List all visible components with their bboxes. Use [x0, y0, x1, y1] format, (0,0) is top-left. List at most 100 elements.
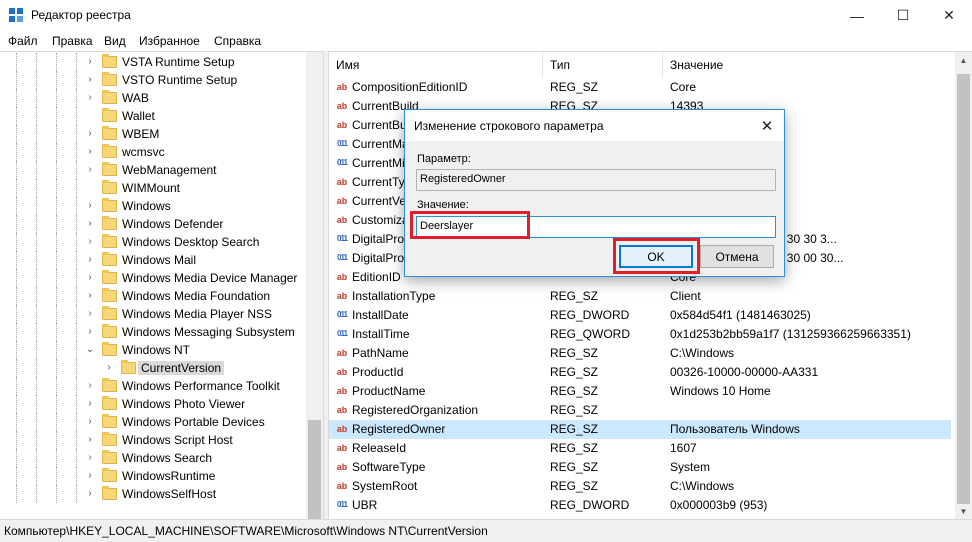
value-name-cell: ProductId — [352, 365, 404, 379]
tree-item[interactable]: › VSTO Runtime Setup — [0, 71, 306, 89]
tree-item-label: Windows Search — [122, 451, 213, 465]
value-value-cell: Client — [670, 289, 701, 303]
tree-item[interactable]: › Windows Media Player NSS — [0, 305, 306, 323]
value-row[interactable]: ab ProductName REG_SZ Windows 10 Home — [329, 382, 951, 401]
tree-item[interactable]: › WebManagement — [0, 161, 306, 179]
tree-item[interactable]: › Windows Mail — [0, 251, 306, 269]
chevron-right-icon[interactable]: › — [85, 200, 95, 212]
tree-item[interactable]: › Windows Portable Devices — [0, 413, 306, 431]
value-row[interactable]: ab CompositionEditionID REG_SZ Core — [329, 78, 951, 97]
tree-guide-line — [56, 143, 57, 161]
chevron-right-icon[interactable]: › — [85, 74, 95, 86]
chevron-right-icon[interactable]: › — [85, 236, 95, 248]
chevron-down-icon[interactable]: ⌄ — [85, 344, 95, 356]
chevron-right-icon[interactable]: › — [85, 326, 95, 338]
chevron-right-icon[interactable]: › — [85, 164, 95, 176]
tree-item[interactable]: › Windows Performance Toolkit — [0, 377, 306, 395]
tree-item-label: Windows Script Host — [122, 433, 233, 447]
chevron-right-icon[interactable]: › — [85, 488, 95, 500]
tree-item[interactable]: › Windows — [0, 197, 306, 215]
menu-file[interactable]: Файл — [8, 34, 38, 48]
chevron-right-icon[interactable]: › — [85, 416, 95, 428]
value-row[interactable]: ab PathName REG_SZ C:\Windows — [329, 344, 951, 363]
dialog-close-icon[interactable]: ✕ — [750, 110, 784, 141]
tree-guide-line — [76, 107, 77, 125]
value-row[interactable]: 011 InstallTime REG_QWORD 0x1d253b2bb59a1f7… — [329, 325, 951, 344]
tree-item[interactable]: › Windows Search — [0, 449, 306, 467]
chevron-right-icon[interactable]: › — [85, 308, 95, 320]
menu-view[interactable]: Вид — [104, 34, 126, 48]
tree-item[interactable]: › WBEM — [0, 125, 306, 143]
chevron-right-icon[interactable]: › — [85, 56, 95, 68]
tree-item-label: Windows Media Player NSS — [122, 307, 273, 321]
menu-edit[interactable]: Правка — [52, 34, 93, 48]
tree-item[interactable]: › Windows Media Device Manager — [0, 269, 306, 287]
tree-scrollbar[interactable] — [306, 52, 323, 519]
chevron-right-icon[interactable]: › — [85, 254, 95, 266]
value-value-cell: 0x584d54f1 (1481463025) — [670, 308, 811, 322]
tree-guide-line — [16, 413, 17, 431]
chevron-right-icon[interactable]: › — [85, 272, 95, 284]
tree-scroll-thumb[interactable] — [308, 420, 321, 519]
tree-item[interactable]: › Windows Desktop Search — [0, 233, 306, 251]
tree-guide-line — [76, 233, 77, 251]
chevron-right-icon[interactable]: › — [85, 470, 95, 482]
minimize-button[interactable]: — — [834, 0, 880, 31]
tree-guide-line — [56, 359, 57, 377]
menu-favorites[interactable]: Избранное — [139, 34, 200, 48]
chevron-right-icon[interactable]: › — [85, 452, 95, 464]
value-row[interactable]: ab InstallationType REG_SZ Client — [329, 287, 951, 306]
tree-item[interactable]: › wcmsvc — [0, 143, 306, 161]
value-row[interactable]: 011 InstallDate REG_DWORD 0x584d54f1 (14814… — [329, 306, 951, 325]
column-type-header[interactable]: Тип — [543, 52, 663, 77]
value-row[interactable]: ab ProductId REG_SZ 00326-10000-00000-AA331 — [329, 363, 951, 382]
tree-item[interactable]: › Windows Media Foundation — [0, 287, 306, 305]
string-value-icon: ab — [336, 405, 348, 415]
list-scroll-thumb[interactable] — [957, 74, 970, 504]
value-type-cell: REG_SZ — [550, 403, 599, 417]
column-value-header[interactable]: Значение — [663, 52, 955, 77]
chevron-right-icon[interactable]: › — [85, 380, 95, 392]
tree-item[interactable]: ⌄ Windows NT — [0, 341, 306, 359]
value-row[interactable]: ab RegisteredOrganization REG_SZ — [329, 401, 951, 420]
close-button[interactable]: ✕ — [926, 0, 972, 31]
value-type-cell: REG_SZ — [550, 460, 599, 474]
tree-item[interactable]: › Windows Messaging Subsystem — [0, 323, 306, 341]
list-scrollbar[interactable]: ▲ ▼ — [955, 52, 972, 519]
value-row[interactable]: ab ReleaseId REG_SZ 1607 — [329, 439, 951, 458]
tree-item[interactable]: › WindowsSelfHost — [0, 485, 306, 503]
menu-help[interactable]: Справка — [214, 34, 261, 48]
tree-item[interactable]: › Windows Script Host — [0, 431, 306, 449]
value-row[interactable]: ab SoftwareType REG_SZ System — [329, 458, 951, 477]
tree-guide-line — [36, 413, 37, 431]
tree-item[interactable]: › VSTA Runtime Setup — [0, 53, 306, 71]
tree-item[interactable]: Wallet — [0, 107, 306, 125]
tree-guide-line — [16, 71, 17, 89]
column-name-header[interactable]: Имя — [329, 52, 543, 77]
tree-guide-line — [36, 341, 37, 359]
tree-guide-line — [36, 161, 37, 179]
chevron-right-icon[interactable]: › — [85, 146, 95, 158]
folder-icon — [102, 126, 117, 140]
chevron-right-icon[interactable]: › — [85, 128, 95, 140]
tree-item[interactable]: WIMMount — [0, 179, 306, 197]
chevron-right-icon[interactable]: › — [85, 434, 95, 446]
chevron-right-icon[interactable]: › — [85, 218, 95, 230]
chevron-right-icon[interactable]: › — [104, 362, 114, 374]
tree-item[interactable]: › Windows Photo Viewer — [0, 395, 306, 413]
maximize-button[interactable]: ☐ — [880, 0, 926, 31]
scroll-up-arrow-icon[interactable]: ▲ — [955, 52, 972, 69]
tree-item[interactable]: › WAB — [0, 89, 306, 107]
cancel-button[interactable]: Отмена — [700, 245, 774, 268]
tree-item[interactable]: › Windows Defender — [0, 215, 306, 233]
registry-tree[interactable]: › VSTA Runtime Setup › VSTO Runtime Setup › W… — [0, 51, 323, 519]
value-row[interactable]: ab SystemRoot REG_SZ C:\Windows — [329, 477, 951, 496]
chevron-right-icon[interactable]: › — [85, 92, 95, 104]
value-row[interactable]: ab RegisteredOwner REG_SZ Пользователь Wind… — [329, 420, 951, 439]
tree-item[interactable]: › CurrentVersion — [0, 359, 306, 377]
chevron-right-icon[interactable]: › — [85, 398, 95, 410]
value-row[interactable]: 011 UBR REG_DWORD 0x000003b9 (953) — [329, 496, 951, 515]
tree-item[interactable]: › WindowsRuntime — [0, 467, 306, 485]
scroll-down-arrow-icon[interactable]: ▼ — [955, 503, 972, 519]
chevron-right-icon[interactable]: › — [85, 290, 95, 302]
